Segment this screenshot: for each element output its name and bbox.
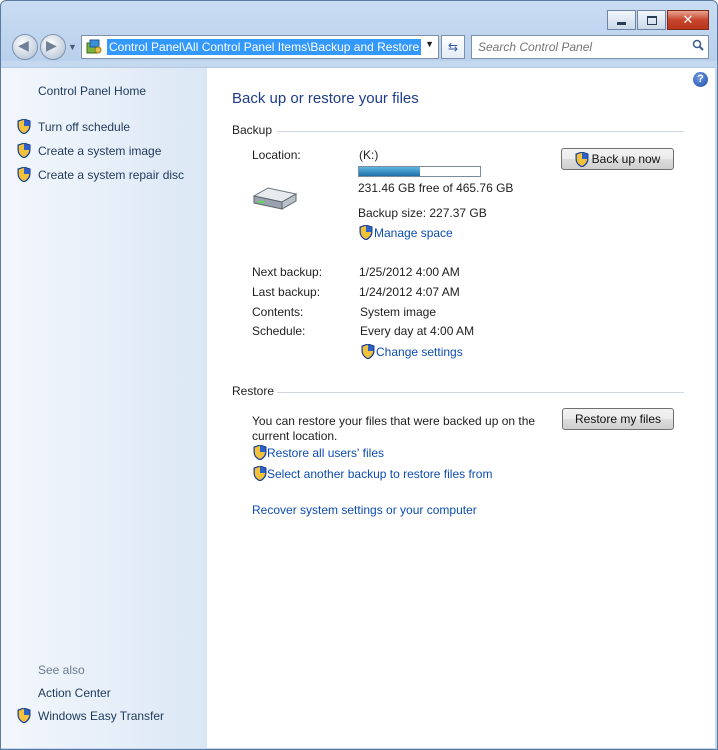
- drive-free-space: 231.46 GB free of 465.76 GB: [358, 181, 514, 195]
- restore-my-files-label: Restore my files: [574, 412, 662, 426]
- control-panel-home-link[interactable]: Control Panel Home: [38, 84, 146, 98]
- back-arrow-icon: ◀: [18, 37, 29, 53]
- restore-description-line1: You can restore your files that were bac…: [252, 414, 536, 428]
- refresh-button[interactable]: ⇆: [441, 35, 465, 59]
- search-input[interactable]: [476, 38, 685, 56]
- drive-usage-bar: [358, 166, 481, 177]
- manage-space-link[interactable]: Manage space: [374, 226, 453, 240]
- main-panel: ? Back up or restore your files Backup L…: [207, 68, 715, 748]
- address-bar[interactable]: Control Panel\All Control Panel Items\Ba…: [81, 35, 439, 59]
- change-settings-link[interactable]: Change settings: [376, 345, 463, 359]
- sidebar-item-turn-off-schedule[interactable]: Turn off schedule: [38, 120, 130, 134]
- select-another-backup-link[interactable]: Select another backup to restore files f…: [267, 467, 492, 481]
- restore-heading: Restore: [232, 384, 275, 398]
- maximize-icon: [646, 15, 657, 25]
- back-up-now-label: Back up now: [591, 152, 661, 166]
- sidebar-item-create-repair-disc[interactable]: Create a system repair disc: [38, 168, 184, 182]
- uac-shield-icon: [253, 466, 267, 481]
- backup-restore-window: ✕ ◀ ▶ ▼ Control Panel\All Control Panel …: [0, 0, 718, 750]
- uac-shield-icon: [17, 167, 31, 182]
- see-also-heading: See also: [38, 663, 85, 677]
- next-backup-label: Next backup:: [252, 265, 323, 279]
- caption-buttons: ✕: [606, 10, 709, 30]
- page-title: Back up or restore your files: [232, 90, 419, 107]
- task-pane: Control Panel Home Turn off schedule Cre…: [1, 68, 207, 748]
- contents-label: Contents:: [252, 305, 304, 319]
- search-icon[interactable]: [692, 39, 704, 51]
- uac-shield-icon: [253, 445, 267, 460]
- navigation-bar: ◀ ▶ ▼ Control Panel\All Control Panel It…: [1, 34, 717, 64]
- sidebar-item-create-system-image[interactable]: Create a system image: [38, 144, 161, 158]
- back-button[interactable]: ◀: [12, 34, 38, 60]
- location-value: (K:): [359, 148, 379, 162]
- restore-divider: [277, 392, 684, 393]
- sidebar-item-action-center[interactable]: Action Center: [38, 686, 111, 700]
- schedule-label: Schedule:: [252, 324, 306, 338]
- last-backup-value: 1/24/2012 4:07 AM: [359, 285, 460, 299]
- restore-my-files-button[interactable]: Restore my files: [562, 408, 674, 430]
- forward-arrow-icon: ▶: [46, 37, 57, 53]
- restore-description-line2: current location.: [252, 429, 338, 443]
- forward-button[interactable]: ▶: [40, 34, 66, 60]
- backup-heading: Backup: [232, 123, 273, 137]
- uac-shield-icon: [361, 344, 375, 359]
- uac-shield-icon: [17, 143, 31, 158]
- next-backup-value: 1/25/2012 4:00 AM: [359, 265, 460, 279]
- recent-pages-dropdown-icon[interactable]: ▼: [68, 42, 77, 52]
- close-icon: ✕: [682, 12, 694, 27]
- control-panel-icon: [86, 39, 102, 54]
- contents-value: System image: [360, 305, 437, 319]
- restore-all-users-link[interactable]: Restore all users' files: [267, 446, 384, 460]
- sidebar-item-windows-easy-transfer[interactable]: Windows Easy Transfer: [38, 709, 164, 723]
- back-up-now-button[interactable]: Back up now: [561, 148, 674, 170]
- minimize-button[interactable]: [607, 10, 636, 30]
- minimize-icon: [617, 21, 626, 25]
- hard-drive-icon: [252, 187, 298, 210]
- backup-divider: [277, 131, 684, 132]
- content-area: Control Panel Home Turn off schedule Cre…: [1, 67, 715, 748]
- uac-shield-icon: [17, 708, 31, 723]
- recover-system-settings-link[interactable]: Recover system settings or your computer: [252, 503, 477, 517]
- uac-shield-icon: [17, 119, 31, 134]
- search-box[interactable]: [471, 35, 709, 59]
- help-icon[interactable]: ?: [693, 72, 708, 87]
- backup-size: Backup size: 227.37 GB: [358, 206, 487, 220]
- maximize-button[interactable]: [637, 10, 666, 30]
- refresh-icon: ⇆: [447, 40, 459, 54]
- location-label: Location:: [252, 148, 301, 162]
- close-button[interactable]: ✕: [667, 10, 709, 30]
- schedule-value: Every day at 4:00 AM: [360, 324, 475, 338]
- address-text[interactable]: Control Panel\All Control Panel Items\Ba…: [107, 39, 422, 55]
- drive-usage-fill: [359, 167, 420, 176]
- uac-shield-icon: [575, 151, 589, 167]
- last-backup-label: Last backup:: [252, 285, 321, 299]
- uac-shield-icon: [359, 225, 373, 240]
- address-dropdown-icon[interactable]: ▼: [425, 39, 434, 49]
